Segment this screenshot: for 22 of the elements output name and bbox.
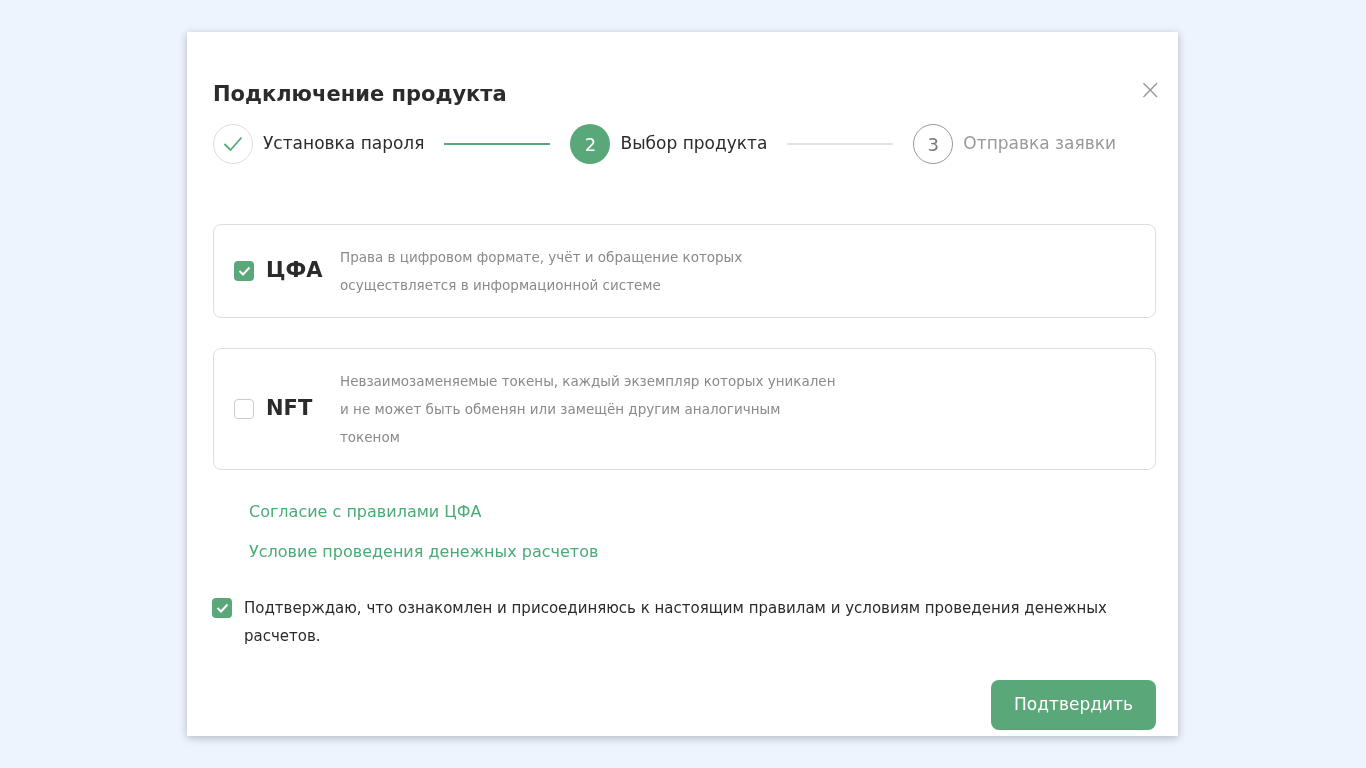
check-icon bbox=[223, 136, 243, 152]
product-card[interactable]: NFT Невзаимозаменяемые токены, каждый экземпляр которых уникален и не может быть обменян или замещён другим аналогичным токеном bbox=[213, 348, 1156, 470]
product-checkbox[interactable] bbox=[234, 399, 254, 419]
agreement-checkbox[interactable] bbox=[212, 598, 232, 618]
product-description: Права в цифровом формате, учёт и обращение которых осуществляется в информационной системе bbox=[340, 248, 743, 295]
agreement-text: Подтверждаю, что ознакомлен и присоединяюсь к настоящим правилам и условиям проведения денежных расчетов. bbox=[244, 598, 1108, 647]
check-icon bbox=[237, 266, 251, 276]
rules-link[interactable]: Условие проведения денежных расчетов bbox=[249, 540, 599, 564]
product-name: NFT bbox=[266, 395, 314, 423]
product-card[interactable]: ЦФА Права в цифровом формате, учёт и обращение которых осуществляется в информационной системе bbox=[213, 224, 1156, 318]
product-name: ЦФА bbox=[266, 257, 324, 285]
dialog-title: Подключение продукта bbox=[213, 81, 507, 108]
rules-link[interactable]: Согласие с правилами ЦФА bbox=[249, 500, 482, 524]
product-description: Невзаимозаменяемые токены, каждый экземпляр которых уникален и не может быть обменян или замещён другим аналогичным токеном bbox=[340, 372, 836, 447]
step-label: Установка пароля bbox=[263, 132, 425, 156]
step-indicator: 2 bbox=[570, 124, 611, 164]
close-button[interactable]: × bbox=[1138, 76, 1162, 104]
step-label: Отправка заявки bbox=[963, 132, 1117, 156]
step-label: Выбор продукта bbox=[620, 132, 768, 156]
confirm-button[interactable]: Подтвердить bbox=[991, 680, 1156, 730]
product-checkbox[interactable] bbox=[234, 261, 254, 281]
check-icon bbox=[215, 603, 229, 613]
